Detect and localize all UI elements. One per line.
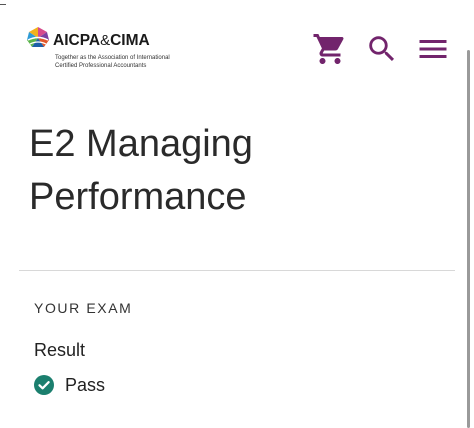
- your-exam-label: YOUR EXAM: [34, 300, 133, 316]
- result-value: Pass: [65, 374, 106, 395]
- page-title-line-1: E2 Managing: [29, 123, 253, 165]
- page-scrollbar[interactable]: [467, 50, 470, 428]
- brand-tagline: Together as the Association of Internati…: [55, 54, 185, 70]
- search-icon: [369, 36, 395, 62]
- hamburger-menu-icon: [419, 40, 447, 58]
- page-title: E2 Managing Performance: [29, 118, 429, 224]
- search-button[interactable]: [363, 30, 401, 68]
- tagline-line-1: Together as the Association of Internati…: [55, 55, 170, 61]
- result-status: Pass: [34, 373, 105, 397]
- result-heading: Result: [34, 340, 86, 360]
- page-title-line-2: Performance: [29, 176, 247, 218]
- menu-button[interactable]: [414, 30, 452, 68]
- tagline-line-2: Certified Professional Accountants: [55, 63, 147, 69]
- section-divider: [19, 270, 455, 271]
- globe-logo-icon: [27, 27, 49, 47]
- page: AICPA&CIMA Together as the Association o…: [0, 0, 474, 428]
- shopping-cart-icon: [313, 34, 344, 64]
- brand-ampersand: &: [100, 32, 111, 49]
- brand-left: AICPA: [53, 32, 101, 49]
- check-circle-icon: [34, 375, 54, 395]
- brand-name: AICPA&CIMA: [53, 32, 150, 50]
- aicpa-cima-logo[interactable]: AICPA&CIMA Together as the Association o…: [25, 24, 185, 74]
- brand-right: CIMA: [110, 32, 150, 49]
- cart-button[interactable]: [311, 30, 349, 68]
- site-header: AICPA&CIMA Together as the Association o…: [0, 0, 462, 84]
